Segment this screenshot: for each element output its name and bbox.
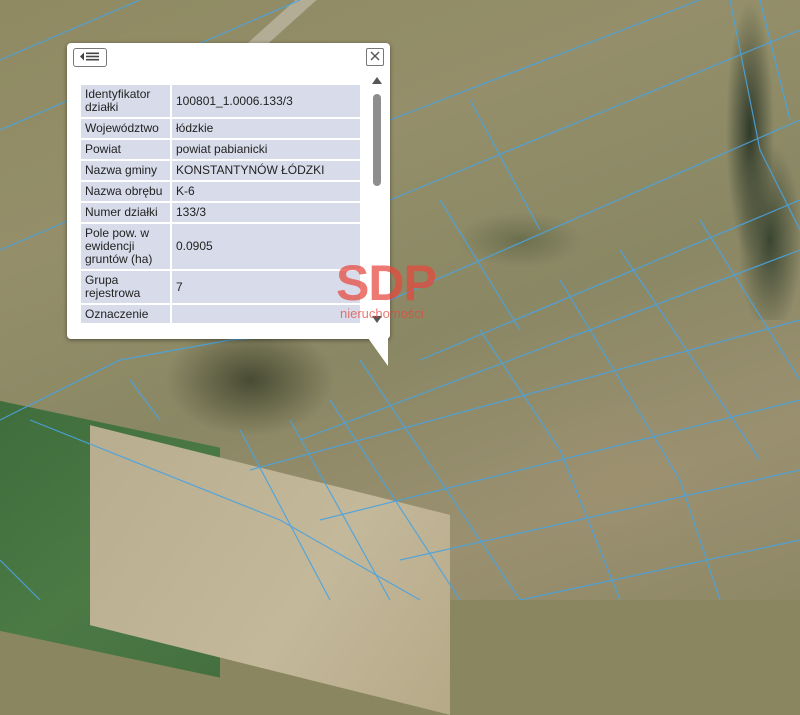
attr-key: Nazwa gminy [81, 161, 172, 180]
attr-key: Numer działki [81, 203, 172, 222]
attr-value: KONSTANTYNÓW ŁÓDZKI [172, 161, 360, 180]
popup-scrollbar[interactable] [371, 77, 383, 323]
table-row: Grupa rejestrowa 7 [81, 271, 360, 303]
popup-header [67, 43, 390, 71]
attr-key: Pole pow. w ewidencji gruntów (ha) [81, 224, 172, 269]
close-icon [370, 48, 380, 66]
table-row: Województwo łódzkie [81, 119, 360, 138]
attr-key: Grupa rejestrowa [81, 271, 172, 303]
popup-pointer [368, 338, 388, 366]
attr-value: 7 [172, 271, 360, 303]
attr-value: 0.0905 [172, 224, 360, 269]
attr-value: K-6 [172, 182, 360, 201]
attr-key: Oznaczenie [81, 305, 172, 323]
attr-key: Powiat [81, 140, 172, 159]
table-row: Pole pow. w ewidencji gruntów (ha) 0.090… [81, 224, 360, 269]
table-row: Oznaczenie [81, 305, 360, 323]
attr-key: Województwo [81, 119, 172, 138]
scroll-up-arrow-icon[interactable] [372, 77, 382, 84]
attr-key: Nazwa obrębu [81, 182, 172, 201]
attr-value: 133/3 [172, 203, 360, 222]
table-row: Nazwa gminy KONSTANTYNÓW ŁÓDZKI [81, 161, 360, 180]
back-button[interactable] [73, 48, 107, 67]
attr-value: łódzkie [172, 119, 360, 138]
close-button[interactable] [366, 48, 384, 66]
scrollbar-track[interactable] [373, 89, 381, 311]
attr-value [172, 305, 360, 323]
attr-key: Identyfikator działki [81, 85, 172, 117]
scroll-down-arrow-icon[interactable] [372, 316, 382, 323]
table-row: Nazwa obrębu K-6 [81, 182, 360, 201]
list-back-icon [79, 49, 101, 67]
attr-value: 100801_1.0006.133/3 [172, 85, 360, 117]
popup-body: Identyfikator działki 100801_1.0006.133/… [81, 83, 360, 323]
scrollbar-thumb[interactable] [373, 94, 381, 186]
parcel-attributes-table: Identyfikator działki 100801_1.0006.133/… [81, 83, 360, 323]
attr-value: powiat pabianicki [172, 140, 360, 159]
table-row: Powiat powiat pabianicki [81, 140, 360, 159]
table-row: Numer działki 133/3 [81, 203, 360, 222]
parcel-info-popup: Identyfikator działki 100801_1.0006.133/… [67, 43, 390, 339]
table-row: Identyfikator działki 100801_1.0006.133/… [81, 85, 360, 117]
